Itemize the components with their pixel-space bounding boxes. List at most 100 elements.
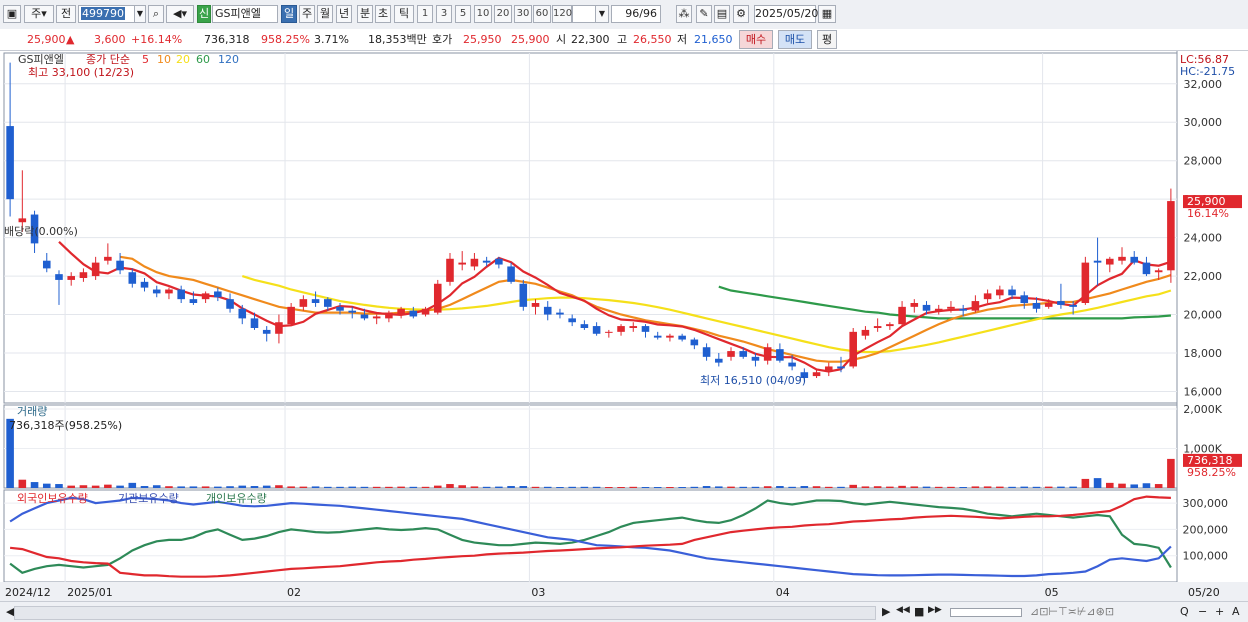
sell-button[interactable]: 매도 [778,30,812,49]
data-count-field[interactable]: 96/96 [611,5,661,23]
candle-body [250,318,259,328]
price-tick-label: 18,000 [1184,347,1223,360]
candle-body [592,326,601,334]
candle-body [1081,262,1090,303]
date-field[interactable]: 2025/05/20 [754,5,818,23]
tab-minute[interactable]: 분 [357,5,373,23]
code-dropdown-icon[interactable]: ▼ [134,5,146,23]
candle-body [262,329,271,334]
candle-body [959,308,967,311]
tab-n-5[interactable]: 5 [455,5,471,23]
tab-n-120[interactable]: 120 [552,5,572,23]
candle-body [409,310,418,317]
period-select[interactable]: 주▾ [24,5,54,23]
tab-n-3[interactable]: 3 [436,5,452,23]
volume-bar [397,486,405,488]
save-icon[interactable]: ▤ [714,5,730,23]
tab-day[interactable]: 일 [281,5,297,23]
buy-button[interactable]: 매수 [739,30,773,49]
stop-icon[interactable]: ■ [914,605,924,618]
candle-body [1118,256,1126,261]
horizontal-scrollbar[interactable] [14,606,876,620]
candle-body [177,289,185,300]
x-tick-label: 2024/12 [5,586,51,599]
link-icon[interactable]: ⁂ [676,5,692,23]
rewind-icon[interactable]: ◀◀ [896,605,910,615]
candle-body [1093,260,1102,263]
tab-n-60[interactable]: 60 [533,5,551,23]
volume-bar [1154,484,1163,488]
zoom-icon[interactable]: Q [1180,605,1189,618]
play-icon[interactable]: ▶ [882,605,890,618]
stock-chart[interactable]: 16,00018,00020,00022,00024,00026,00028,0… [0,51,1248,601]
volume-bar [140,486,149,488]
drawing-tools-icon[interactable]: ⊿⊡⊢⊤≍⊬⊿⊛⊡ [1030,605,1114,618]
candle-body [1032,303,1041,309]
candle-body [152,289,161,294]
holding-tick-label: 100,000 [1183,550,1229,563]
tab-n-20[interactable]: 20 [494,5,512,23]
candle-body [470,258,479,267]
ma-legend-item: 120 [218,53,239,66]
zoom-in-icon[interactable]: + [1215,605,1224,618]
volume-bar [751,486,760,488]
speaker-icon[interactable]: ◀▾ [166,5,194,23]
candle-body [42,260,51,269]
candle-body [1008,289,1016,296]
zoom-slider[interactable] [950,608,1022,617]
volume-bar [30,482,39,488]
zoom-out-icon[interactable]: − [1198,605,1207,618]
candle-body [275,322,283,334]
interval-dropdown-icon[interactable]: ▼ [595,5,609,23]
volume-bar [1057,486,1065,488]
search-icon[interactable]: ⌕ [148,5,164,23]
tab-n-30[interactable]: 30 [514,5,532,23]
font-size-icon[interactable]: A [1232,605,1240,618]
volume-bar [385,486,393,488]
tab-second[interactable]: 초 [375,5,391,23]
tab-week[interactable]: 주 [299,5,315,23]
candle-body [629,326,638,328]
volume-bar [873,486,882,488]
ask-price: 25,950 [463,33,502,46]
candle-body [983,293,992,300]
candle-body [580,324,589,328]
hc-label: HC:-21.75 [1180,65,1235,78]
volume-bar [1044,486,1053,488]
candle-body [79,272,88,278]
tab-year[interactable]: 년 [336,5,352,23]
candle-body [568,318,576,323]
fast-forward-icon[interactable]: ▶▶ [928,605,942,615]
candle-body [1142,262,1151,275]
candle-body [519,283,528,307]
tab-month[interactable]: 월 [317,5,333,23]
ma-legend-prefix: 종가 단순 [86,53,130,66]
prev-button[interactable]: 전 [56,5,76,23]
candle-body [311,299,320,303]
tab-n-10[interactable]: 10 [474,5,492,23]
company-name-field[interactable]: GS피앤엘 [212,5,278,23]
candle-body [715,358,723,363]
tab-tick[interactable]: 틱 [394,5,414,23]
eval-button[interactable]: 평 [817,30,837,49]
candle-body [910,303,919,307]
holding-tick-label: 200,000 [1183,523,1229,536]
custom-interval-input[interactable] [572,5,596,23]
price-change: 3,600 [94,33,126,46]
draw-tool-icon[interactable]: ✎ [696,5,712,23]
window-menu-icon[interactable]: ▣ [3,5,21,23]
volume-bar [531,486,540,488]
volume-bar [104,484,112,488]
gear-icon[interactable]: ⚙ [733,5,749,23]
candle-body [104,256,112,261]
stock-code-input[interactable]: 499790 [78,5,136,23]
calendar-icon[interactable]: ▦ [818,5,836,23]
tab-n-1[interactable]: 1 [417,5,433,23]
volume-bar [947,486,955,488]
volume-bar [666,487,674,488]
candle-body [495,258,503,265]
quote-bar: 25,900 ▲ 3,600 +16.14% 736,318 958.25% 3… [0,29,1248,51]
candle-body [165,289,173,294]
volume-bar [311,486,320,488]
candle-body [543,306,552,315]
